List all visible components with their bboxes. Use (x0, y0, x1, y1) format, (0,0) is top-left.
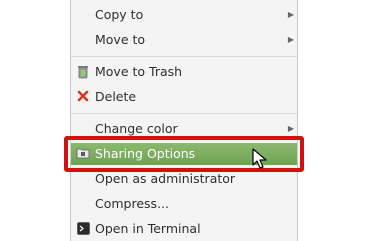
menu-separator (71, 56, 297, 57)
menu-item-move-to[interactable]: Move to ▶ (71, 29, 297, 51)
menu-item-label: Copy to (95, 7, 144, 22)
menu-item-compress[interactable]: Compress... (71, 193, 297, 215)
menu-item-label: Move to (95, 32, 146, 47)
menu-item-delete[interactable]: Delete (71, 86, 297, 108)
menu-separator (71, 113, 297, 114)
menu-item-move-to-trash[interactable]: Move to Trash (71, 61, 297, 83)
menu-item-label: Sharing Options (95, 146, 196, 161)
menu-item-open-as-administrator[interactable]: Open as administrator (71, 168, 297, 190)
menu-item-label: Change color (95, 121, 178, 136)
menu-item-label: Move to Trash (95, 64, 183, 79)
sharing-folder-icon (76, 147, 90, 161)
menu-item-label: Compress... (95, 196, 169, 211)
menu-item-open-in-terminal[interactable]: Open in Terminal (71, 218, 297, 240)
menu-item-label: Open as administrator (95, 171, 236, 186)
submenu-arrow-icon: ▶ (287, 35, 294, 44)
context-menu: Copy to ▶ Move to ▶ Move to Trash Delete… (70, 0, 298, 241)
menu-item-label: Delete (95, 89, 137, 104)
trash-icon (76, 65, 90, 79)
menu-item-copy-to[interactable]: Copy to ▶ (71, 4, 297, 26)
mouse-pointer-icon (252, 148, 267, 169)
terminal-icon (76, 222, 90, 236)
submenu-arrow-icon: ▶ (287, 124, 294, 133)
menu-item-label: Open in Terminal (95, 221, 201, 236)
submenu-arrow-icon: ▶ (287, 10, 294, 19)
menu-item-change-color[interactable]: Change color ▶ (71, 118, 297, 140)
screen: Copy to ▶ Move to ▶ Move to Trash Delete… (0, 0, 385, 241)
delete-x-icon (76, 90, 90, 104)
